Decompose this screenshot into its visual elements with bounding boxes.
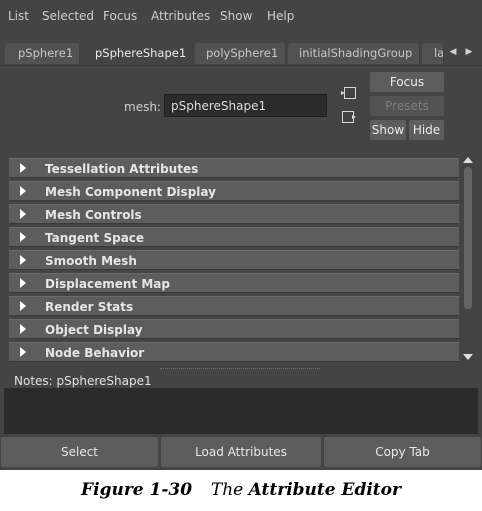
expand-arrow-icon bbox=[20, 209, 26, 219]
copy-tab-icon[interactable] bbox=[340, 109, 358, 125]
hide-button[interactable]: Hide bbox=[409, 120, 444, 140]
section-object-display[interactable]: Object Display bbox=[9, 319, 459, 339]
attribute-sections: Tessellation Attributes Mesh Component D… bbox=[9, 155, 459, 363]
notes-label: Notes: pSphereShape1 bbox=[14, 374, 152, 388]
section-tangent-space[interactable]: Tangent Space bbox=[9, 227, 459, 247]
notes-prefix: Notes: bbox=[14, 374, 53, 388]
show-button[interactable]: Show bbox=[370, 120, 406, 140]
mesh-label: mesh: bbox=[124, 100, 161, 114]
menu-focus[interactable]: Focus bbox=[103, 9, 137, 23]
scroll-up-icon[interactable] bbox=[462, 155, 474, 165]
section-label: Object Display bbox=[45, 323, 143, 337]
scrollbar-thumb[interactable] bbox=[464, 167, 472, 309]
expand-arrow-icon bbox=[20, 347, 26, 357]
section-label: Tangent Space bbox=[45, 231, 145, 245]
section-smooth-mesh[interactable]: Smooth Mesh bbox=[9, 250, 459, 270]
menu-bar: List Selected Focus Attributes Show Help bbox=[0, 0, 482, 32]
section-displacement-map[interactable]: Displacement Map bbox=[9, 273, 459, 293]
node-tab-row: pSphere1 pSphereShape1 polySphere1 initi… bbox=[0, 43, 482, 66]
attribute-editor-window: List Selected Focus Attributes Show Help… bbox=[0, 0, 482, 470]
section-mesh-component-display[interactable]: Mesh Component Display bbox=[9, 181, 459, 201]
expand-arrow-icon bbox=[20, 301, 26, 311]
section-label: Node Behavior bbox=[45, 346, 145, 360]
tab-partial[interactable]: la bbox=[422, 43, 444, 64]
section-label: Mesh Component Display bbox=[45, 185, 216, 199]
select-button[interactable]: Select bbox=[1, 437, 158, 467]
menu-selected[interactable]: Selected bbox=[42, 9, 94, 23]
section-label: Tessellation Attributes bbox=[45, 162, 199, 176]
expand-arrow-icon bbox=[20, 186, 26, 196]
section-node-behavior[interactable]: Node Behavior bbox=[9, 342, 459, 362]
expand-arrow-icon bbox=[20, 163, 26, 173]
node-name-field[interactable]: pSphereShape1 bbox=[164, 94, 327, 117]
notes-textarea[interactable] bbox=[4, 388, 478, 434]
caption-prefix: The bbox=[210, 480, 244, 500]
load-attributes-button[interactable]: Load Attributes bbox=[161, 437, 321, 467]
tab-initialshadinggroup[interactable]: initialShadingGroup bbox=[288, 43, 420, 64]
figure-caption: Figure 1-30 The Attribute Editor bbox=[0, 480, 482, 500]
notes-node-name: pSphereShape1 bbox=[56, 374, 152, 388]
scroll-down-icon[interactable] bbox=[462, 352, 474, 362]
focus-button[interactable]: Focus bbox=[370, 72, 444, 92]
menu-show[interactable]: Show bbox=[220, 9, 252, 23]
copy-tab-button[interactable]: Copy Tab bbox=[324, 437, 481, 467]
tab-psphere1[interactable]: pSphere1 bbox=[5, 43, 80, 64]
presets-button[interactable]: Presets bbox=[370, 96, 444, 116]
tab-scroll-right-icon[interactable]: ▶ bbox=[462, 44, 476, 60]
section-label: Render Stats bbox=[45, 300, 134, 314]
menu-list[interactable]: List bbox=[8, 9, 29, 23]
section-tessellation-attributes[interactable]: Tessellation Attributes bbox=[9, 158, 459, 178]
section-label: Smooth Mesh bbox=[45, 254, 137, 268]
tab-polysphere1[interactable]: polySphere1 bbox=[195, 43, 286, 64]
expand-arrow-icon bbox=[20, 324, 26, 334]
menu-help[interactable]: Help bbox=[267, 9, 294, 23]
load-selected-icon[interactable] bbox=[340, 85, 358, 101]
expand-arrow-icon bbox=[20, 232, 26, 242]
figure-number: Figure 1-30 bbox=[81, 480, 193, 500]
expand-arrow-icon bbox=[20, 278, 26, 288]
section-mesh-controls[interactable]: Mesh Controls bbox=[9, 204, 459, 224]
menu-attributes[interactable]: Attributes bbox=[151, 9, 210, 23]
expand-arrow-icon bbox=[20, 255, 26, 265]
notes-splitter[interactable] bbox=[160, 368, 320, 369]
tab-scroll-left-icon[interactable]: ◀ bbox=[446, 44, 460, 60]
tab-psphereshape1[interactable]: pSphereShape1 bbox=[82, 43, 193, 64]
caption-title: Attribute Editor bbox=[248, 480, 401, 500]
section-label: Mesh Controls bbox=[45, 208, 142, 222]
section-render-stats[interactable]: Render Stats bbox=[9, 296, 459, 316]
section-label: Displacement Map bbox=[45, 277, 170, 291]
